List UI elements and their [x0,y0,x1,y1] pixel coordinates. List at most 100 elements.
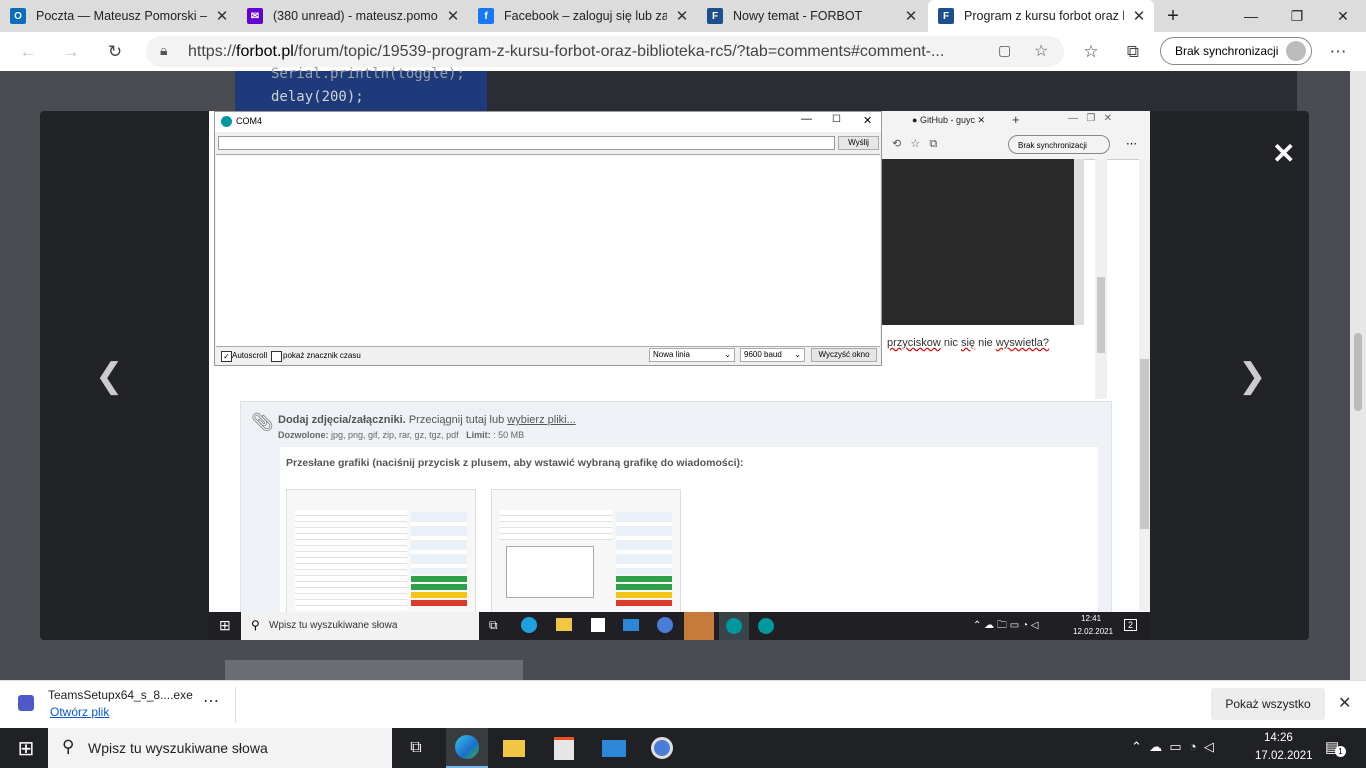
tab-yahoo[interactable]: ✉ (380 unread) - mateusz.pomorski ✕ [237,0,468,32]
serial-title-bar: COM4 — ☐ ✕ [215,112,881,132]
close-icon[interactable]: ✕ [667,7,697,25]
minimize-button[interactable]: — [801,113,812,125]
close-window-button[interactable]: ✕ [1320,0,1366,32]
inner-code-area [882,159,1082,325]
inner-clock-time: 12:41 [1081,614,1102,623]
attachments-panel: 📎︎ Dodaj zdjęcia/załączniki. Przeciągnij… [240,401,1112,615]
close-icon[interactable]: ✕ [1124,7,1154,25]
mail-button[interactable] [600,734,628,762]
lightbox-next-icon[interactable]: ❯ [1238,356,1267,396]
windows-start-icon: ⊞ [219,617,231,633]
arduino-icon [758,618,774,634]
notification-badge: 1 [1335,746,1346,757]
inner-notification-icon: 2 [1124,619,1138,631]
page-image-fragment [225,660,523,680]
serial-title: COM4 [236,116,263,126]
start-button[interactable]: ⊞ [12,734,40,762]
edge-icon [521,617,537,633]
back-button[interactable]: ← [15,39,41,65]
inner-editor-scrollbar [1095,159,1107,399]
close-icon[interactable]: ✕ [207,7,237,25]
scrollbar-thumb [1097,277,1105,353]
inner-window-controls: — ❐ ✕ [1068,113,1113,124]
thumbnail[interactable] [286,489,476,614]
close-window-button[interactable]: ✕ [863,114,872,127]
lock-icon: 🔒︎ [160,42,168,58]
taskbar-search[interactable]: ⚲ Wpisz tu wyszukiwane słowa [48,728,392,768]
autoscroll-checkbox[interactable]: ✓ [221,351,232,362]
baud-select[interactable]: 9600 baud ⌄ [740,348,805,362]
lightbox-close-icon[interactable]: ✕ [1272,137,1295,170]
forward-button[interactable]: → [58,39,84,65]
inner-post-text: przyciskow nic się nie wyswietla? [887,337,1050,349]
system-tray-icons[interactable]: ⌃ ☁ ▭ ◔ ◁ [1131,739,1214,755]
send-button[interactable]: Wyślij [838,136,879,150]
notification-center-button[interactable]: ▤ 1 [1325,738,1346,757]
choose-files-link[interactable]: wybierz pliki... [507,414,575,426]
inner-code-scrollbar [1074,159,1084,325]
maximize-button[interactable]: ☐ [832,114,841,125]
inner-sync-button: Brak synchronizacji [1008,135,1110,154]
outlook-icon: O [10,8,26,24]
search-placeholder: Wpisz tu wyszukiwane słowa [88,740,268,756]
timestamp-checkbox[interactable] [271,351,282,362]
thumb-bar [616,584,672,590]
tab-bar: O Poczta — Mateusz Pomorski — Ou ✕ ✉ (38… [0,0,1366,32]
store-icon [591,618,605,632]
uploaded-title: Przesłane grafiki (naciśnij przycisk z p… [286,457,744,469]
clear-output-button[interactable]: Wyczyść okno [811,348,877,362]
forbot-icon: F [707,8,723,24]
new-tab-button[interactable]: + [1156,0,1190,32]
edge-taskbar-button[interactable] [446,728,488,768]
task-view-icon[interactable]: ⧉ [402,734,430,762]
serial-monitor-window: COM4 — ☐ ✕ Wyślij ✓ Autoscroll pokaż zna… [214,111,882,366]
clock-date[interactable]: 17.02.2021 [1255,750,1313,762]
open-file-link[interactable]: Otwórz plik [50,705,109,719]
clock-time[interactable]: 14:26 [1264,732,1293,744]
active-app-icon [684,612,714,640]
chrome-button[interactable] [648,734,676,762]
maximize-button[interactable]: ❐ [1274,0,1320,32]
inner-clock-date: 12.02.2021 [1073,627,1114,636]
add-favorite-icon[interactable]: ☆ [1034,41,1048,61]
inner-toolbar-icons: ⟲ ☆ ⧉ [892,138,938,150]
show-all-downloads-button[interactable]: Pokaż wszystko [1211,688,1325,720]
close-download-bar-icon[interactable]: ✕ [1338,693,1351,713]
serial-input[interactable] [218,136,835,150]
download-more-icon[interactable]: ⋯ [203,691,219,711]
refresh-button[interactable]: ↻ [102,39,128,65]
thumbnail[interactable] [491,489,681,614]
uploaded-panel: Przesłane grafiki (naciśnij przycisk z p… [280,447,1098,614]
sync-button[interactable]: Brak synchronizacji [1160,37,1312,65]
thumb-bar [616,576,672,582]
close-icon[interactable]: ✕ [438,7,468,25]
thumb-text [295,510,407,610]
reader-view-icon[interactable]: ▢ [998,42,1011,59]
scrollbar-thumb[interactable] [1354,333,1362,411]
tab-outlook[interactable]: O Poczta — Mateusz Pomorski — Ou ✕ [0,0,237,32]
store-button[interactable] [550,734,578,762]
chevron-down-icon: ⌄ [724,350,731,359]
line-ending-select[interactable]: Nowa linia ⌄ [649,348,735,362]
thumb-bar [411,592,467,598]
download-filename: TeamsSetupx64_s_8....exe [48,688,193,702]
tab-forbot-new[interactable]: F Nowy temat - FORBOT ✕ [697,0,926,32]
sync-label: Brak synchronizacji [1175,44,1279,58]
favorites-icon[interactable]: ☆ [1078,39,1104,65]
github-icon: ● [912,115,918,125]
close-icon[interactable]: ✕ [896,7,926,25]
chrome-icon [651,737,673,759]
allowed-line: Dozwolone: jpg, png, gif, zip, rar, gz, … [278,430,525,440]
more-menu-icon[interactable]: ⋯ [1325,39,1351,65]
url-field[interactable]: 🔒︎ https://forbot.pl/forum/topic/19539-p… [146,36,1064,67]
file-explorer-button[interactable] [500,734,528,762]
tab-forbot-program[interactable]: F Program z kursu forbot oraz bi ✕ [928,0,1154,32]
tab-facebook[interactable]: f Facebook – zaloguj się lub zarej ✕ [468,0,697,32]
search-icon: ⚲ [62,737,75,756]
page-scrollbar[interactable] [1350,71,1366,680]
inner-tab: ● GitHub - guyc ✕ [912,115,986,125]
minimize-button[interactable]: — [1228,0,1274,32]
address-bar: ← → ↻ 🔒︎ https://forbot.pl/forum/topic/1… [0,32,1366,72]
lightbox-prev-icon[interactable]: ❮ [95,356,124,396]
collections-icon[interactable]: ⧉ [1120,39,1146,65]
